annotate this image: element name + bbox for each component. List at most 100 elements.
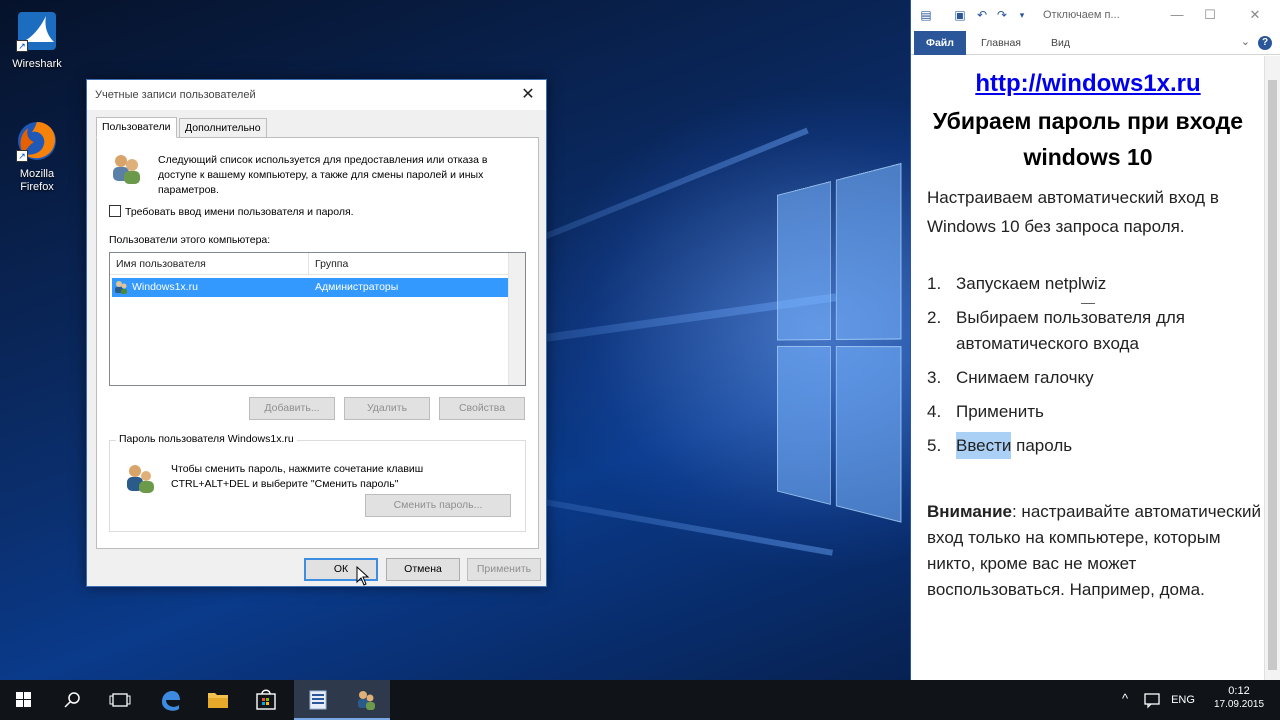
tab-panel-users: Следующий список используется для предос… [96, 137, 539, 549]
list-number: 1. [927, 274, 942, 293]
document-intro: Настраиваем автоматический вход в Window… [927, 188, 1219, 236]
help-icon[interactable]: ? [1258, 36, 1272, 50]
undo-icon[interactable]: ↶ [975, 8, 989, 22]
desktop-icon-label: Wireshark [12, 58, 62, 70]
action-center-button[interactable] [1142, 680, 1162, 720]
start-button[interactable] [0, 680, 48, 720]
user-password-icon [124, 461, 158, 495]
user-icon [114, 280, 128, 294]
taskbar-store[interactable] [242, 680, 290, 720]
tab-advanced[interactable]: Дополнительно [179, 118, 267, 138]
document-title: Отключаем п... [1043, 9, 1120, 21]
warning-label: Внимание [927, 502, 1012, 521]
desktop-icon-wireshark[interactable]: ↗ Wireshark [2, 8, 72, 71]
require-login-label: Требовать ввод имени пользователя и паро… [125, 206, 354, 218]
word-app-icon: ▤ [920, 8, 932, 22]
list-text: Запускаем netplwiz [956, 274, 1107, 293]
search-icon [64, 692, 80, 708]
taskbar-user-accounts[interactable] [342, 680, 390, 720]
remove-user-button[interactable]: Удалить [344, 397, 430, 420]
list-text-rest: пароль [1011, 436, 1073, 455]
taskbar-word[interactable] [294, 680, 342, 720]
clock-date: 17.09.2015 [1213, 699, 1265, 710]
ribbon-collapse-icon[interactable]: ⌄ [1241, 35, 1250, 48]
require-login-checkbox[interactable] [109, 205, 121, 217]
redo-icon[interactable]: ↷ [995, 8, 1009, 22]
row-group: Администраторы [315, 281, 399, 293]
users-icon [109, 151, 143, 185]
word-titlebar[interactable]: ▤ ▣ ↶ ↷ ▾ Отключаем п... — ☐ ✕ [911, 0, 1280, 31]
table-row[interactable]: Windows1x.ru Администраторы [112, 278, 509, 297]
list-text: Выбираем пользователя для автоматическог… [956, 308, 1185, 353]
word-icon [309, 690, 327, 710]
dialog-description: Следующий список используется для предос… [158, 154, 488, 196]
minimize-icon[interactable]: — [1165, 5, 1189, 25]
desktop-icon-firefox[interactable]: ↗ Mozilla Firefox [2, 118, 72, 194]
table-header: Имя пользователя Группа [110, 253, 525, 275]
chevron-up-icon: ^ [1122, 691, 1129, 706]
list-number: 5. [927, 436, 942, 455]
windows-logo-light [777, 162, 905, 528]
cancel-button[interactable]: Отмена [386, 558, 460, 581]
search-button[interactable] [48, 680, 96, 720]
document-warning: Внимание: настраивайте автоматический вх… [927, 499, 1261, 603]
close-icon[interactable]: ✕ [1243, 5, 1267, 25]
add-user-button[interactable]: Добавить... [249, 397, 335, 420]
wireshark-icon: ↗ [14, 8, 60, 54]
apply-button[interactable]: Применить [467, 558, 541, 581]
edge-icon [162, 691, 180, 711]
properties-button[interactable]: Свойства [439, 397, 525, 420]
document-page[interactable]: http://windows1x.ru Убираем пароль при в… [911, 56, 1265, 680]
quick-access-dropdown-icon[interactable]: ▾ [1015, 8, 1029, 22]
document-heading: Убираем пароль при входе windows 10 [932, 108, 1244, 170]
column-header-username[interactable]: Имя пользователя [110, 253, 309, 275]
dialog-title: Учетные записи пользователей [95, 89, 256, 101]
scrollbar-thumb[interactable] [1268, 80, 1277, 670]
windows-start-icon [16, 692, 31, 707]
task-view-icon [109, 693, 131, 707]
list-text: Снимаем галочку [956, 368, 1094, 387]
password-groupbox: Пароль пользователя Windows1x.ru Чтобы с… [109, 433, 526, 532]
task-view-button[interactable] [96, 680, 144, 720]
users-icon [358, 691, 375, 710]
list-text: Применить [956, 402, 1044, 421]
tab-home[interactable]: Главная [969, 31, 1033, 55]
table-scrollbar[interactable] [508, 253, 525, 385]
list-text: Ввести пароль [956, 432, 1256, 459]
column-header-group[interactable]: Группа [309, 253, 509, 275]
save-icon[interactable]: ▣ [953, 8, 967, 22]
clock-time: 0:12 [1228, 685, 1250, 697]
desktop-icon-label: Mozilla Firefox [19, 168, 55, 193]
notifications-icon [1144, 693, 1160, 709]
document-scrollbar[interactable] [1264, 56, 1280, 680]
tab-file[interactable]: Файл [914, 31, 966, 55]
word-window: ▤ ▣ ↶ ↷ ▾ Отключаем п... — ☐ ✕ Файл Глав… [910, 0, 1280, 680]
taskbar-edge[interactable] [146, 680, 194, 720]
users-list-label: Пользователи этого компьютера: [109, 234, 271, 246]
password-group-legend: Пароль пользователя Windows1x.ru [116, 433, 297, 445]
tab-view[interactable]: Вид [1039, 31, 1082, 55]
folder-icon [208, 693, 228, 708]
dialog-titlebar[interactable]: Учетные записи пользователей ✕ [87, 80, 546, 110]
list-number: 3. [927, 368, 942, 387]
require-login-row[interactable]: Требовать ввод имени пользователя и паро… [109, 205, 354, 219]
list-number: 2. [927, 308, 942, 327]
row-username: Windows1x.ru [132, 281, 198, 293]
list-number: 4. [927, 402, 942, 421]
clock[interactable]: 0:12 17.09.2015 [1204, 680, 1274, 720]
selected-text-highlight: Ввести [956, 432, 1012, 459]
user-accounts-dialog: Учетные записи пользователей ✕ Пользоват… [86, 79, 547, 587]
taskbar: ^ ENG 0:12 17.09.2015 [0, 680, 1280, 720]
maximize-icon[interactable]: ☐ [1198, 5, 1222, 25]
document-link[interactable]: http://windows1x.ru [911, 70, 1265, 98]
ribbon-tabs: Файл Главная Вид ⌄ ? [911, 31, 1280, 55]
store-icon [256, 689, 276, 710]
language-indicator[interactable]: ENG [1168, 680, 1198, 720]
show-hidden-icons[interactable]: ^ [1120, 680, 1136, 720]
users-table[interactable]: Имя пользователя Группа Windows1x.ru Адм… [109, 252, 526, 386]
firefox-icon: ↗ [14, 118, 60, 164]
tab-users[interactable]: Пользователи [96, 117, 177, 138]
close-icon[interactable]: ✕ [516, 84, 540, 106]
change-password-button[interactable]: Сменить пароль... [365, 494, 511, 517]
taskbar-explorer[interactable] [194, 680, 242, 720]
